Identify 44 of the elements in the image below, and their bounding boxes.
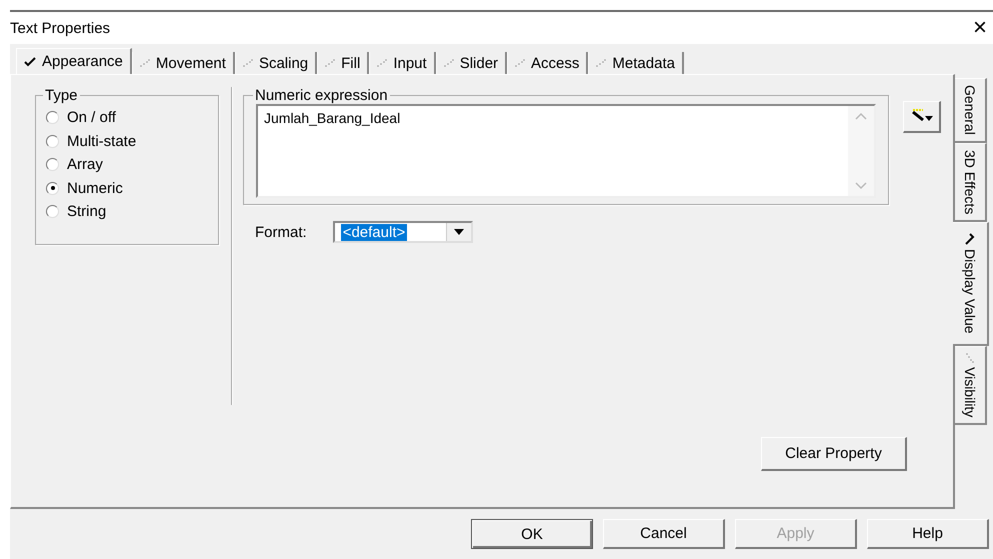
tab[interactable]: Fill	[317, 52, 370, 74]
radio-button[interactable]	[46, 134, 59, 148]
tab[interactable]: Input	[369, 52, 436, 74]
side-tab[interactable]: General	[955, 78, 987, 143]
dialog-button[interactable]: Cancel	[603, 519, 725, 549]
tab[interactable]: Slider	[436, 52, 508, 74]
window-title: Text Properties	[10, 20, 110, 36]
side-tab[interactable]: Visibility	[955, 346, 987, 426]
dots-icon	[515, 59, 526, 67]
radio-button[interactable]	[46, 158, 59, 172]
dots-icon	[596, 59, 606, 67]
wizard-button[interactable]	[903, 101, 941, 133]
dots-icon	[444, 59, 454, 67]
tab[interactable]: Scaling	[234, 52, 318, 74]
tab[interactable]: Appearance	[16, 48, 132, 74]
dots-icon	[242, 59, 253, 67]
tab[interactable]: Movement	[132, 52, 235, 74]
radio-label[interactable]: Numeric	[67, 180, 123, 197]
dots-icon	[140, 59, 150, 67]
side-tab[interactable]: Display Value	[953, 222, 989, 346]
dots-icon	[325, 59, 336, 67]
group-label: Type	[44, 87, 79, 104]
group-label: Numeric expression	[254, 87, 389, 104]
side-tab[interactable]: 3D Effects	[955, 142, 987, 222]
checkmark-icon	[965, 233, 975, 246]
radio-label[interactable]: On / off	[67, 109, 116, 126]
format-label: Format:	[255, 224, 307, 240]
dialog-button[interactable]: OK	[471, 519, 593, 549]
expression-field[interactable]: Jumlah_Barang_Ideal	[256, 104, 876, 198]
tab[interactable]: Access	[507, 52, 588, 74]
radio-label[interactable]: String	[67, 203, 106, 220]
format-dropdown[interactable]: <default>	[332, 221, 473, 243]
radio-label[interactable]: Multi-state	[67, 132, 136, 150]
close-button[interactable]: ×	[966, 14, 993, 42]
dots-icon	[966, 352, 974, 363]
radio-button[interactable]	[46, 111, 59, 124]
clear-property-button[interactable]: Clear Property	[761, 437, 907, 471]
dialog-button[interactable]: Help	[867, 519, 989, 549]
radio-button[interactable]	[46, 182, 59, 195]
dots-icon	[377, 59, 388, 67]
tab[interactable]: Metadata	[588, 52, 684, 74]
radio-label[interactable]: Array	[67, 156, 103, 174]
checkmark-icon	[24, 56, 36, 66]
radio-button[interactable]	[46, 205, 59, 218]
